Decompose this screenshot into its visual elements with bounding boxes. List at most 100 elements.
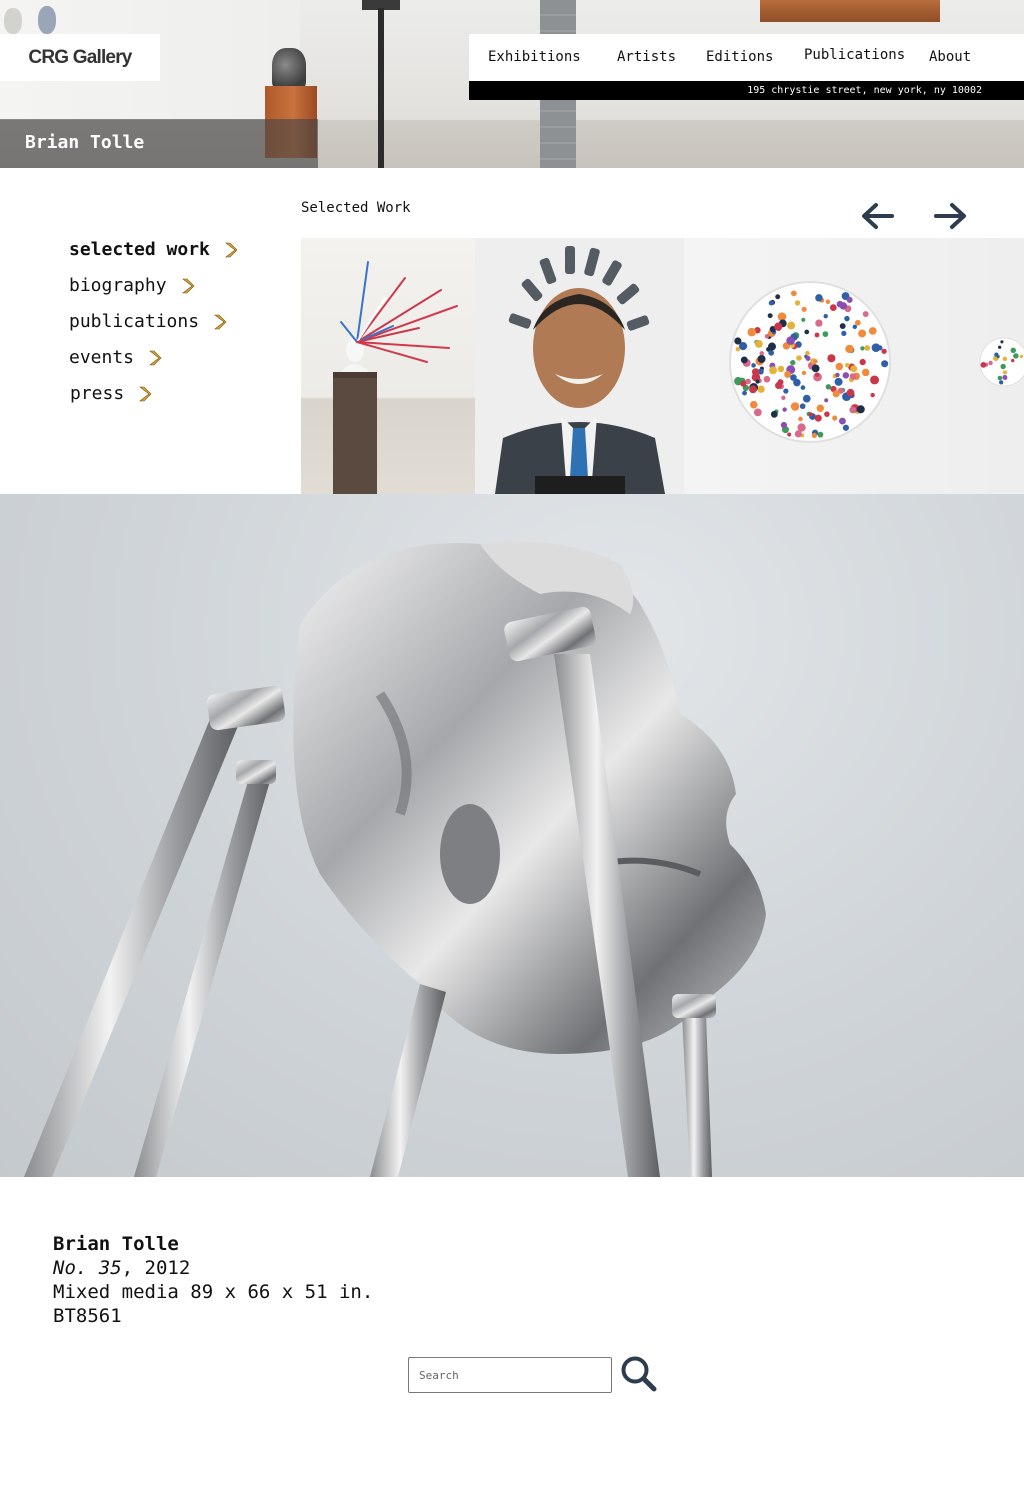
collage-button xyxy=(798,416,803,422)
collage-button xyxy=(782,407,787,412)
nav-publications[interactable]: Publications xyxy=(804,47,905,63)
artwork-photo xyxy=(24,541,766,1177)
artist-banner: Brian Tolle xyxy=(0,119,318,168)
collage-button xyxy=(757,385,765,393)
arrow-right-icon[interactable] xyxy=(930,198,970,234)
hero-stand-pole xyxy=(378,8,384,168)
collage-button xyxy=(827,354,836,363)
search-icon[interactable] xyxy=(620,1355,658,1393)
carousel-thumb[interactable] xyxy=(301,238,475,494)
collage-button xyxy=(755,379,760,384)
collage-button xyxy=(839,323,846,330)
collage-button xyxy=(759,351,765,356)
side-item-events[interactable]: events xyxy=(69,347,162,368)
hero-sculpture xyxy=(272,48,306,90)
collage-button xyxy=(786,336,795,345)
main-nav: Exhibitions Artists Editions Publication… xyxy=(469,34,1024,81)
collage-button xyxy=(769,366,778,375)
side-item-label: biography xyxy=(69,275,167,296)
collage-button xyxy=(740,380,747,387)
collage-button xyxy=(849,373,856,379)
collage-button xyxy=(804,329,810,335)
collage-button xyxy=(808,412,813,417)
collage-button xyxy=(852,324,857,330)
collage-button xyxy=(790,359,796,366)
collage-button xyxy=(841,330,847,337)
collage-button xyxy=(864,345,871,351)
side-item-label: press xyxy=(70,383,125,404)
collage-button xyxy=(846,296,853,303)
collage-button xyxy=(799,403,806,410)
collage-button xyxy=(768,300,774,306)
collage-button xyxy=(845,344,854,354)
collage-button xyxy=(980,362,987,368)
collage-button xyxy=(829,304,837,311)
collage-button xyxy=(796,355,802,361)
nav-editions[interactable]: Editions xyxy=(706,49,773,65)
collage-button xyxy=(815,319,823,327)
collage-button xyxy=(801,306,807,312)
hero-bust xyxy=(4,8,22,34)
collage-button xyxy=(1019,354,1024,359)
collage-button xyxy=(1002,370,1008,375)
collage-button xyxy=(832,415,838,421)
collage-button xyxy=(747,327,757,337)
collage-button xyxy=(764,334,770,339)
collage-button xyxy=(996,355,1000,359)
caption-year: , 2012 xyxy=(121,1257,191,1279)
nav-exhibitions[interactable]: Exhibitions xyxy=(488,49,581,65)
side-item-publications[interactable]: publications xyxy=(69,311,227,332)
hero-bust xyxy=(38,6,56,34)
collage-button xyxy=(815,294,823,302)
collage-button xyxy=(814,332,820,338)
artist-name-heading: Brian Tolle xyxy=(25,132,145,153)
collage-button xyxy=(1000,363,1006,370)
collage-button xyxy=(854,319,861,326)
collage-button xyxy=(862,311,869,317)
collage-button xyxy=(742,390,747,396)
carousel-thumb[interactable] xyxy=(684,238,1024,494)
collage-button xyxy=(787,432,792,437)
collage-button xyxy=(800,385,806,390)
collage-button xyxy=(781,395,786,401)
collage-button xyxy=(816,404,825,412)
collage-button xyxy=(860,346,865,351)
collage-button xyxy=(839,302,848,310)
collage-button xyxy=(787,321,796,330)
collage-button xyxy=(751,363,756,368)
collage-button xyxy=(835,362,844,371)
collage-button xyxy=(811,364,820,373)
collage-button xyxy=(767,313,773,319)
artwork-carousel xyxy=(301,238,1024,494)
main-artwork-image xyxy=(0,494,1024,1177)
collage-button xyxy=(794,300,801,306)
collage-button xyxy=(839,417,846,425)
arrow-left-icon[interactable] xyxy=(858,198,898,234)
artwork-caption: Brian Tolle No. 35, 2012 Mixed media 89 … xyxy=(53,1232,373,1328)
nav-about[interactable]: About xyxy=(929,49,971,65)
collage-button xyxy=(814,372,820,377)
collage-button xyxy=(754,339,763,348)
collage-button xyxy=(825,384,832,390)
collage-button xyxy=(793,378,801,387)
chevron-right-icon xyxy=(139,386,152,401)
collage-button xyxy=(753,408,762,417)
gallery-logo[interactable]: CRG Gallery xyxy=(0,34,160,81)
collage-button xyxy=(997,375,1003,381)
carousel-thumb[interactable] xyxy=(475,238,684,494)
side-item-biography[interactable]: biography xyxy=(69,275,195,296)
collage-button xyxy=(749,385,757,394)
nav-artists[interactable]: Artists xyxy=(617,49,676,65)
collage-button xyxy=(783,388,789,394)
collage-button xyxy=(770,410,778,418)
caption-details: Mixed media 89 x 66 x 51 in. xyxy=(53,1281,374,1303)
side-item-label: events xyxy=(69,347,135,368)
collage-button xyxy=(988,360,993,366)
collage-button xyxy=(870,392,875,398)
collage-button xyxy=(835,372,840,378)
collage-button xyxy=(735,346,741,352)
side-item-press[interactable]: press xyxy=(70,383,152,404)
collage-button xyxy=(751,368,760,376)
search-input[interactable] xyxy=(408,1357,612,1393)
side-item-selected-work[interactable]: selected work xyxy=(69,239,238,260)
